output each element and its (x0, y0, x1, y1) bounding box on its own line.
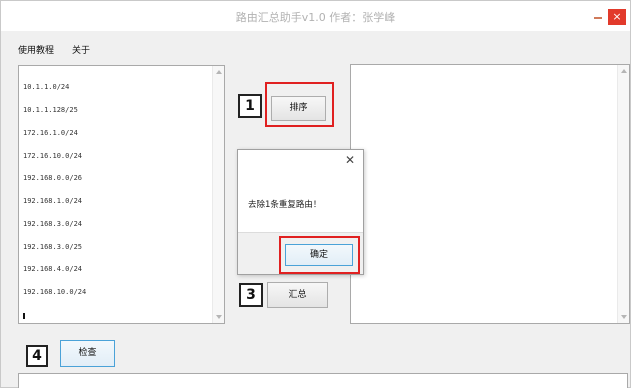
sort-button[interactable]: 排序 (271, 96, 326, 121)
app-window: 路由汇总助手v1.0 作者：张学峰 × 使用教程 关于 10.1.1.0/24 … (0, 0, 631, 388)
step-4-label: 4 (26, 345, 48, 367)
route-line: 192.168.4.0/24 (23, 265, 83, 274)
route-line: 192.168.3.0/24 (23, 219, 83, 228)
scroll-up-arrow-icon[interactable] (621, 69, 627, 73)
minimize-button[interactable] (591, 8, 605, 22)
scroll-down-arrow-icon[interactable] (216, 315, 222, 319)
dialog-close-icon[interactable]: ✕ (345, 153, 355, 167)
menu-bar: 使用教程 关于 (1, 39, 630, 59)
summarize-button[interactable]: 汇总 (267, 282, 328, 308)
output-scrollbar[interactable] (617, 65, 629, 323)
route-line: 10.1.1.128/25 (23, 105, 78, 114)
dialog-message: 去除1条重复路由！ (248, 200, 322, 210)
scroll-up-arrow-icon[interactable] (216, 70, 222, 74)
route-line: 192.168.10.0/24 (23, 288, 87, 297)
route-line: 172.16.10.0/24 (23, 151, 83, 160)
step-1-label: 1 (238, 94, 262, 118)
scroll-down-arrow-icon[interactable] (621, 315, 627, 319)
route-line: 192.168.1.0/24 (23, 197, 83, 206)
title-bar: 路由汇总助手v1.0 作者：张学峰 × (1, 1, 630, 31)
route-line: 172.16.1.0/24 (23, 128, 78, 137)
window-title: 路由汇总助手v1.0 作者：张学峰 (235, 11, 396, 24)
input-scrollbar[interactable] (212, 66, 224, 323)
route-line: 10.1.1.0/24 (23, 83, 70, 92)
route-input-textbox[interactable]: 10.1.1.0/24 10.1.1.128/25 172.16.1.0/24 … (18, 65, 225, 324)
route-line: 192.168.3.0/25 (23, 242, 83, 251)
check-button[interactable]: 检查 (60, 340, 115, 367)
route-output-textbox[interactable] (350, 64, 630, 324)
step-3-label: 3 (239, 283, 263, 307)
close-button[interactable]: × (608, 9, 626, 25)
text-caret (23, 313, 25, 319)
check-result-textbox[interactable] (18, 373, 628, 388)
dialog-ok-button[interactable]: 确定 (285, 244, 353, 266)
menu-item-tutorial[interactable]: 使用教程 (18, 43, 54, 56)
route-input-list: 10.1.1.0/24 10.1.1.128/25 172.16.1.0/24 … (23, 69, 86, 334)
route-line: 192.168.0.0/26 (23, 174, 83, 183)
menu-item-about[interactable]: 关于 (72, 43, 90, 56)
